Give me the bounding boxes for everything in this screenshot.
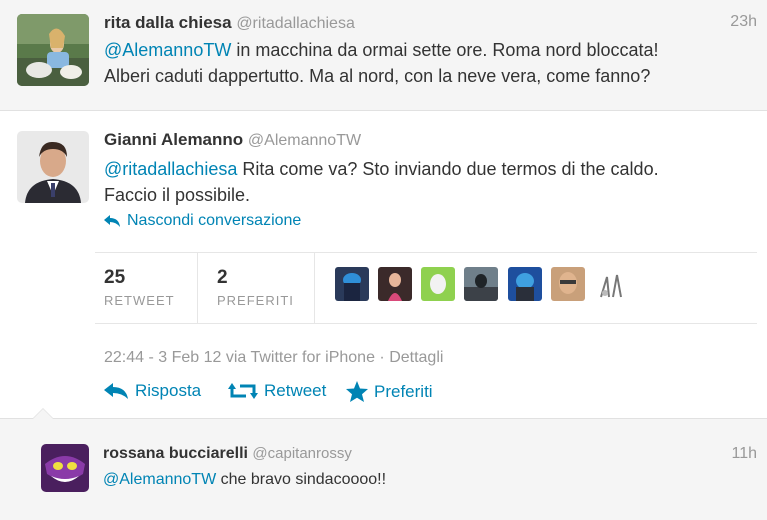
favoriter-avatar-image bbox=[551, 267, 585, 301]
favorite-action-label: Preferiti bbox=[374, 381, 433, 401]
author-name[interactable]: rita dalla chiesa bbox=[104, 13, 232, 32]
favoriter-avatar[interactable] bbox=[508, 267, 542, 301]
author-name[interactable]: rossana bucciarelli bbox=[103, 445, 248, 462]
mention-link[interactable]: @AlemannoTW bbox=[103, 471, 216, 488]
reply-arrow-icon bbox=[104, 383, 128, 399]
retweet-count[interactable]: 25 bbox=[104, 267, 125, 289]
stats-divider bbox=[197, 252, 198, 323]
avatar-rossana-image bbox=[41, 444, 89, 492]
reply-arrow-icon bbox=[104, 215, 120, 227]
tweet-rossana: rossana bucciarelli @capitanrossy 11h @A… bbox=[0, 420, 767, 520]
avatar-alemanno[interactable] bbox=[17, 131, 89, 203]
retweet-label[interactable]: RETWEET bbox=[104, 293, 175, 308]
favoriter-avatar-image bbox=[335, 267, 369, 301]
hide-conversation-link[interactable]: Nascondi conversazione bbox=[103, 212, 301, 230]
tweet-text: Rita come va? Sto inviando due termos di… bbox=[237, 159, 659, 179]
favorite-count[interactable]: 2 bbox=[217, 267, 228, 289]
avatar-rita[interactable] bbox=[17, 14, 89, 86]
author-handle[interactable]: @AlemannoTW bbox=[248, 132, 361, 149]
reply-label: Risposta bbox=[135, 381, 202, 400]
author-handle[interactable]: @capitanrossy bbox=[252, 445, 351, 462]
reply-caret bbox=[32, 408, 54, 419]
favoriter-avatar[interactable] bbox=[421, 267, 455, 301]
retweet-button[interactable]: Retweet bbox=[228, 381, 326, 401]
favoriter-avatar-image bbox=[595, 267, 629, 301]
tweet-rita: rita dalla chiesa @ritadallachiesa 23h @… bbox=[0, 0, 767, 111]
avatar-alemanno-image bbox=[17, 131, 89, 203]
favoriter-avatar-image bbox=[421, 267, 455, 301]
favoriter-avatar-image bbox=[464, 267, 498, 301]
tweet-text-line1: @AlemannoTW in macchina da ormai sette o… bbox=[104, 37, 659, 63]
author-name[interactable]: Gianni Alemanno bbox=[104, 130, 243, 149]
tweet-alemanno: Gianni Alemanno @AlemannoTW @ritadallach… bbox=[0, 111, 767, 419]
avatar-rossana[interactable] bbox=[41, 444, 89, 492]
favoriter-avatar-image bbox=[508, 267, 542, 301]
tweet-text: in macchina da ormai sette ore. Roma nor… bbox=[231, 40, 659, 60]
tweet-text: che bravo sindacoooo!! bbox=[216, 471, 387, 488]
author-handle[interactable]: @ritadallachiesa bbox=[236, 15, 355, 32]
retweet-action-label: Retweet bbox=[264, 381, 327, 400]
tweet-time[interactable]: 11h bbox=[731, 445, 757, 463]
favorite-button[interactable]: Preferiti bbox=[346, 381, 433, 402]
favoriter-avatar[interactable] bbox=[335, 267, 369, 301]
tweet-time[interactable]: 23h bbox=[730, 13, 757, 31]
retweet-icon bbox=[228, 383, 258, 399]
star-icon bbox=[346, 381, 368, 402]
reply-text: @AlemannoTW che bravo sindacoooo!! bbox=[103, 467, 386, 493]
favoriter-avatar[interactable] bbox=[595, 267, 629, 301]
favoriter-avatar[interactable] bbox=[378, 267, 412, 301]
tweet-text-line2: Alberi caduti dappertutto. Ma al nord, c… bbox=[104, 66, 651, 86]
favoriter-avatar-image bbox=[378, 267, 412, 301]
tweet-text-line1: @ritadallachiesa Rita come va? Sto invia… bbox=[104, 156, 659, 182]
tweet-text-line2: Faccio il possibile. bbox=[104, 185, 251, 205]
favoriter-avatar[interactable] bbox=[464, 267, 498, 301]
favorite-label[interactable]: PREFERITI bbox=[217, 293, 294, 308]
hide-conversation-label: Nascondi conversazione bbox=[127, 212, 302, 229]
avatar-rita-image bbox=[17, 14, 89, 86]
stats-divider bbox=[314, 252, 315, 323]
tweet-meta[interactable]: 22:44 - 3 Feb 12 via Twitter for iPhone … bbox=[104, 349, 443, 367]
favoriter-avatar[interactable] bbox=[551, 267, 585, 301]
mention-link[interactable]: @AlemannoTW bbox=[104, 40, 231, 60]
reply-button[interactable]: Risposta bbox=[103, 381, 201, 401]
mention-link[interactable]: @ritadallachiesa bbox=[104, 159, 237, 179]
